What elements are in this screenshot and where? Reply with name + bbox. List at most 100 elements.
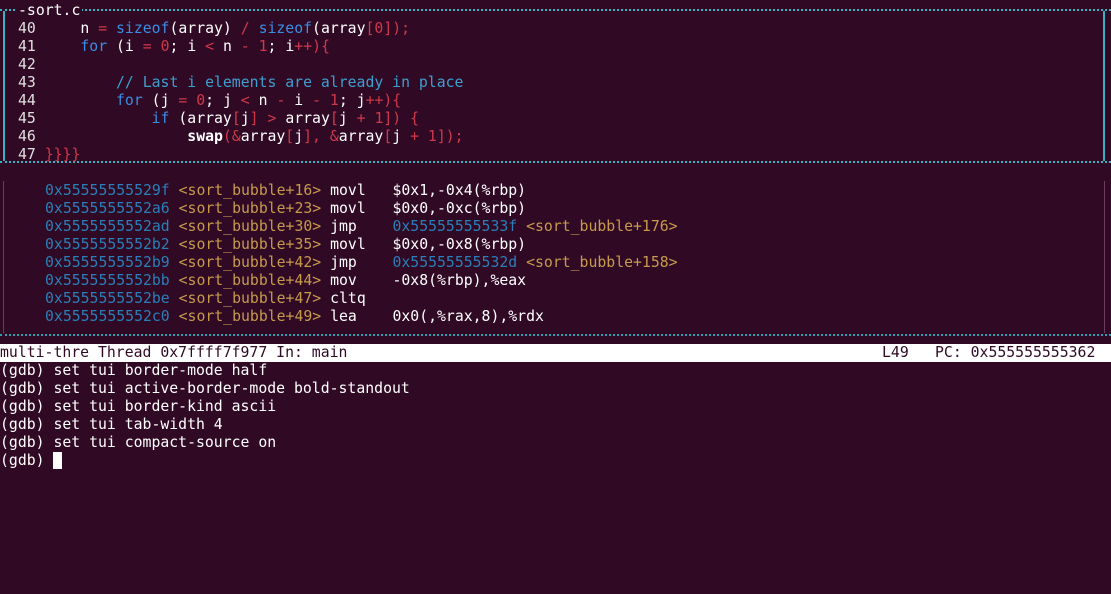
code-token: > (267, 110, 286, 127)
code-token: (array) (169, 20, 241, 37)
code-token: ); (392, 20, 411, 37)
asm-line: 0x5555555552a6 <sort_bubble+23> movl $0x… (45, 200, 526, 218)
code-token: [ (329, 110, 339, 127)
code-token: ; j (338, 92, 366, 109)
code-token: ] (249, 110, 268, 127)
asm-jump-target: 0x55555555532d (392, 254, 518, 271)
asm-gap (517, 218, 526, 235)
console-history-line: (gdb) set tui active-border-mode bold-st… (0, 380, 410, 397)
code-token: (array (169, 110, 232, 127)
source-line: 43 // Last i elements are already in pla… (18, 74, 463, 92)
source-line: 47 }}}} (18, 146, 80, 164)
asm-gap (170, 290, 179, 307)
asm-line: 0x5555555552be <sort_bubble+47> cltq (45, 290, 392, 308)
code-token: ], & (303, 128, 339, 145)
asm-operands: $0x1,-0x4(%rbp) (392, 182, 527, 199)
code-token: - (312, 92, 330, 109)
asm-address: 0x55555555529f (45, 182, 170, 199)
asm-gap (170, 308, 179, 325)
console-prompt: (gdb) (0, 452, 54, 469)
asm-window-left-border (3, 181, 4, 333)
asm-line: 0x5555555552b9 <sort_bubble+42> jmp 0x55… (45, 254, 678, 272)
code-token: for (80, 38, 108, 55)
code-token: ]) { (383, 110, 420, 127)
code-token: [ (383, 128, 393, 145)
asm-gap (170, 182, 179, 199)
code-token: swap (187, 128, 223, 145)
line-number: 40 (18, 20, 45, 37)
code-token: [ (231, 110, 241, 127)
asm-address: 0x5555555552be (45, 290, 170, 307)
asm-gap (170, 200, 179, 217)
source-line: 42 (18, 56, 45, 74)
code-token: sizeof (116, 20, 170, 37)
code-token: ] (383, 20, 393, 37)
asm-opcode: jmp (321, 254, 393, 271)
code-token: for (116, 92, 143, 109)
asm-jump-symbol: <sort_bubble+176> (526, 218, 678, 235)
code-token: // Last i elements are already in place (44, 74, 464, 91)
asm-gap (170, 272, 179, 289)
terminal[interactable]: -sort.c 40 n = sizeof(array) / sizeof(ar… (0, 0, 1111, 594)
asm-address: 0x5555555552b9 (45, 254, 170, 271)
asm-address: 0x5555555552ad (45, 218, 170, 235)
asm-line: 0x5555555552ad <sort_bubble+30> jmp 0x55… (45, 218, 678, 236)
asm-symbol: <sort_bubble+49> (178, 308, 322, 325)
asm-line: 0x5555555552b2 <sort_bubble+35> movl $0x… (45, 236, 526, 254)
asm-symbol: <sort_bubble+42> (178, 254, 322, 271)
asm-symbol: <sort_bubble+47> (178, 290, 322, 307)
source-line: 46 swap(&array[j], &array[j + 1]); (18, 128, 464, 146)
line-number: 46 (18, 128, 45, 145)
asm-address: 0x5555555552c0 (45, 308, 170, 325)
status-process: multi-thre Thread 0x7ffff7f977 In: main (0, 344, 348, 361)
console-input-line[interactable]: (gdb) (0, 452, 63, 470)
code-token: + (356, 110, 375, 127)
status-line: L49 (882, 344, 909, 361)
code-token: }}}} (44, 146, 81, 163)
asm-jump-symbol: <sort_bubble+158> (526, 254, 678, 271)
line-number: 43 (18, 74, 45, 91)
code-token: ]); (436, 128, 464, 145)
source-window-bottom-border (0, 161, 1111, 165)
asm-symbol: <sort_bubble+16> (178, 182, 322, 199)
source-line: 40 n = sizeof(array) / sizeof(array[0]); (18, 20, 410, 38)
console-history-line: (gdb) set tui tab-width 4 (0, 416, 223, 433)
asm-window-bottom-border (0, 334, 1111, 338)
code-token: = (178, 92, 197, 109)
source-file-name: sort.c (26, 2, 81, 19)
code-token: (i (107, 38, 143, 55)
code-token: array (338, 128, 384, 145)
asm-line: 0x55555555529f <sort_bubble+16> movl $0x… (45, 182, 526, 200)
line-number: 42 (18, 56, 45, 73)
asm-gap (170, 254, 179, 271)
asm-symbol: <sort_bubble+35> (178, 236, 322, 253)
code-token: j (392, 128, 411, 145)
asm-opcode: movl (321, 236, 393, 253)
code-token: n (222, 38, 241, 55)
code-token: 0 (160, 38, 170, 55)
asm-opcode: movl (321, 200, 393, 217)
code-token: ; i (267, 38, 295, 55)
asm-opcode: lea (321, 308, 393, 325)
code-token: (array (312, 20, 366, 37)
asm-opcode: cltq (321, 290, 393, 307)
line-number: 44 (18, 92, 45, 109)
asm-gap (517, 254, 526, 271)
code-token: / (240, 20, 259, 37)
asm-opcode: jmp (321, 218, 393, 235)
code-token: = (98, 20, 117, 37)
source-window-right-border (1103, 11, 1105, 161)
code-token: sizeof (258, 20, 313, 37)
code-token: [ (285, 128, 295, 145)
asm-symbol: <sort_bubble+23> (178, 200, 322, 217)
code-token: j (294, 128, 304, 145)
asm-window-right-border (1104, 181, 1105, 333)
asm-address: 0x5555555552bb (45, 272, 170, 289)
source-window-title: -sort.c (16, 2, 83, 20)
asm-operands: -0x8(%rbp),%eax (392, 272, 527, 289)
asm-jump-target: 0x55555555533f (392, 218, 518, 235)
code-token: (j (142, 92, 179, 109)
code-token: < (205, 38, 223, 55)
code-token: 0 (374, 20, 384, 37)
